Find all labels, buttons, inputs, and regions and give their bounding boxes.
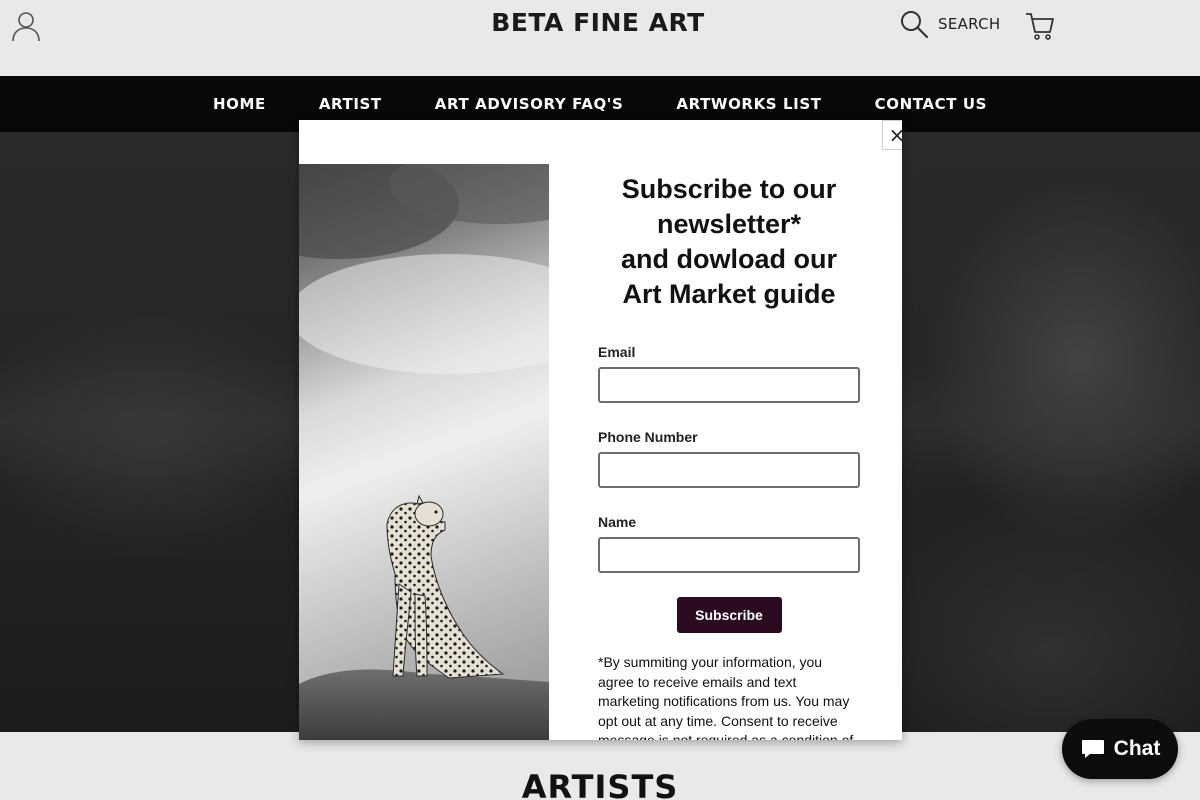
site-header: BETA FINE ART SEARCH <box>0 0 1200 76</box>
search-button[interactable]: SEARCH <box>898 8 1001 40</box>
subscribe-button[interactable]: Subscribe <box>676 597 782 633</box>
phone-label: Phone Number <box>598 429 698 445</box>
modal-title-line-2: newsletter* <box>656 209 802 239</box>
site-logo[interactable]: BETA FINE ART <box>476 6 720 40</box>
email-field-group: Email <box>598 344 860 403</box>
consent-disclaimer: *By summiting your information, you agre… <box>598 654 853 740</box>
nav-item-home[interactable]: HOME <box>213 95 266 113</box>
chat-label: Chat <box>1113 737 1161 760</box>
name-field[interactable] <box>598 537 860 573</box>
nav-item-artist[interactable]: ARTIST <box>319 95 382 113</box>
email-field[interactable] <box>598 367 860 403</box>
nav-item-contact-us[interactable]: CONTACT US <box>875 95 987 113</box>
chat-bubble-icon <box>1081 740 1104 758</box>
account-link[interactable] <box>10 9 42 43</box>
modal-title-line-3: and dowload our <box>621 244 837 274</box>
artists-heading: ARTISTS <box>521 768 679 800</box>
modal-title-line-4: Art Market guide <box>622 279 836 309</box>
cheetah-illustration <box>299 164 549 740</box>
cheetah-image <box>299 164 549 740</box>
email-label: Email <box>598 344 636 360</box>
nav-item-artworks-list[interactable]: ARTWORKS LIST <box>676 95 821 113</box>
close-icon[interactable]: × <box>882 120 902 150</box>
search-icon <box>901 11 929 39</box>
name-label: Name <box>598 514 637 530</box>
cart-icon <box>1026 13 1054 40</box>
nav-item-art-advisory-faqs[interactable]: ART ADVISORY FAQ'S <box>435 95 624 113</box>
modal-title: Subscribe to our newsletter* and dowload… <box>598 172 860 312</box>
search-label: SEARCH <box>938 15 1001 33</box>
modal-title-line-1: Subscribe to our <box>621 174 837 204</box>
cart-button[interactable] <box>1024 10 1056 42</box>
chat-button[interactable]: Chat <box>1062 719 1178 779</box>
newsletter-form: Subscribe to our newsletter* and dowload… <box>598 172 860 740</box>
name-field-group: Name <box>598 514 860 573</box>
phone-field-group: Phone Number <box>598 429 860 488</box>
user-icon <box>12 12 40 42</box>
newsletter-modal: × Subscribe to our newsletter* and dowlo… <box>299 120 902 740</box>
phone-number-field[interactable] <box>598 452 860 488</box>
